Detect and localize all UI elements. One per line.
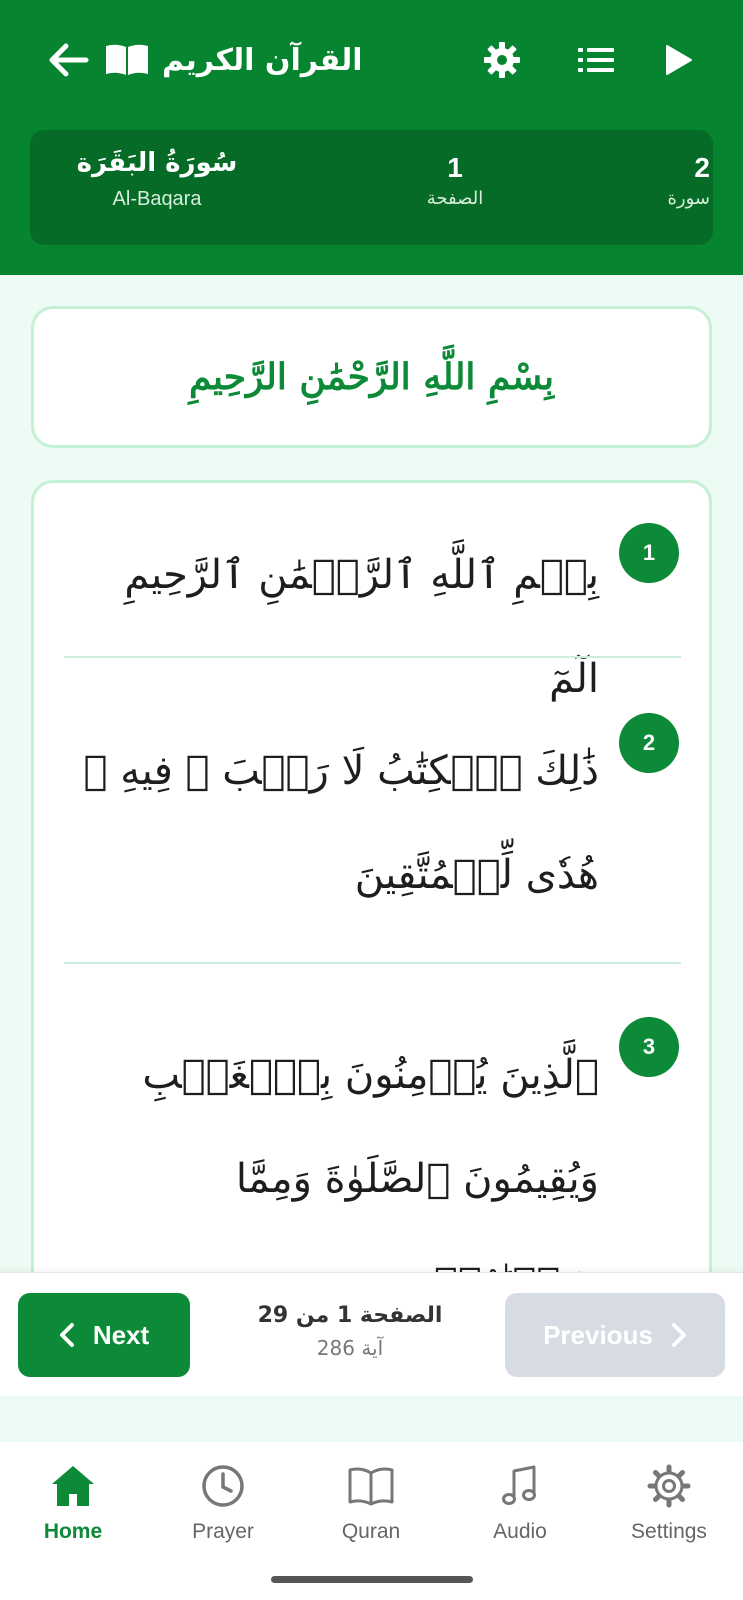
next-label: Next (92, 1319, 150, 1350)
nav-audio[interactable]: Audio (455, 1462, 585, 1544)
pagination-bar: Next الصفحة 1 من 29 286 آية Previous (0, 1272, 743, 1396)
nav-label: Home (43, 1520, 103, 1543)
nav-settings[interactable]: Settings (604, 1462, 734, 1544)
list-icon (578, 48, 614, 72)
verse-number-badge: 1 (619, 523, 679, 583)
chevron-left-icon (59, 1323, 74, 1347)
verse-text: بِسۡمِ ٱللَّهِ ٱلرَّحۡمَٰنِ ٱلرَّحِيمِ ا… (124, 552, 599, 702)
clock-icon (202, 1465, 244, 1507)
verse-divider (64, 962, 681, 964)
surah-english-name: Al-Baqara (112, 188, 202, 210)
verse-number-badge: 2 (619, 713, 679, 773)
verse-text: ٱلَّذِينَ يُؤۡمِنُونَ بِٱلۡغَيۡبِ وَيُقِ… (142, 1052, 599, 1297)
list-button[interactable] (574, 38, 618, 82)
settings-button[interactable] (480, 38, 524, 82)
surah-name: سُورَةُ البَقَرَة Al-Baqara (52, 148, 262, 211)
nav-prayer[interactable]: Prayer (158, 1462, 288, 1544)
title-text: القرآن الكريم (162, 42, 363, 78)
arrow-left-icon (49, 43, 89, 77)
back-button[interactable] (46, 40, 90, 80)
verse-text: ذَٰلِكَ ٱلۡكِتَٰبُ لَا رَيۡبَ ۛ فِيهِ ۛ … (83, 748, 599, 898)
page-indicator: 1 الصفحة (390, 152, 520, 209)
surah-label: سورة (667, 188, 710, 209)
surah-number: 2 (694, 152, 710, 183)
surah-indicator: 2 سورة (630, 152, 710, 209)
nav-label: Prayer (192, 1520, 254, 1543)
bismillah-card: بِسْمِ اللَّهِ الرَّحْمَٰنِ الرَّحِيمِ (31, 306, 712, 448)
verse-number-badge: 3 (619, 1017, 679, 1077)
play-button[interactable] (656, 38, 700, 82)
music-icon (502, 1465, 536, 1505)
nav-quran[interactable]: Quran (306, 1462, 436, 1544)
page-count-text: الصفحة 1 من 29 (257, 1303, 443, 1328)
surah-info-bar: سُورَةُ البَقَرَة Al-Baqara 1 الصفحة 2 س… (30, 130, 713, 245)
gear-icon (647, 1464, 691, 1508)
page-label: الصفحة (426, 188, 484, 209)
chevron-right-icon (671, 1323, 686, 1347)
book-icon (348, 1467, 394, 1506)
nav-home[interactable]: Home (8, 1462, 138, 1544)
ayah-count-text: 286 آية (316, 1336, 384, 1360)
page-info: الصفحة 1 من 29 286 آية (230, 1303, 470, 1360)
previous-label: Previous (543, 1319, 653, 1350)
home-icon (52, 1466, 94, 1506)
verses-card: 1 بِسۡمِ ٱللَّهِ ٱلرَّحۡمَٰنِ ٱلرَّحِيمِ… (31, 480, 712, 1300)
next-button[interactable]: Next (18, 1293, 190, 1377)
nav-label: Quran (341, 1520, 401, 1543)
surah-arabic-name: سُورَةُ البَقَرَة (76, 148, 238, 178)
nav-label: Settings (631, 1520, 707, 1543)
bismillah-text: بِسْمِ اللَّهِ الرَّحْمَٰنِ الرَّحِيمِ (188, 356, 555, 398)
previous-button[interactable]: Previous (505, 1293, 725, 1377)
top-bar: القرآن الكريم (0, 28, 743, 92)
nav-label: Audio (493, 1520, 547, 1543)
play-icon (666, 45, 692, 75)
book-icon (106, 44, 148, 75)
home-indicator[interactable] (271, 1576, 473, 1583)
page-title: القرآن الكريم (104, 36, 363, 84)
verse-divider (64, 656, 681, 658)
page-number: 1 (447, 152, 463, 183)
gear-icon (484, 42, 520, 78)
app-header: القرآن الكريم سُورَةُ البَقَرَة Al-Baqar… (0, 0, 743, 275)
